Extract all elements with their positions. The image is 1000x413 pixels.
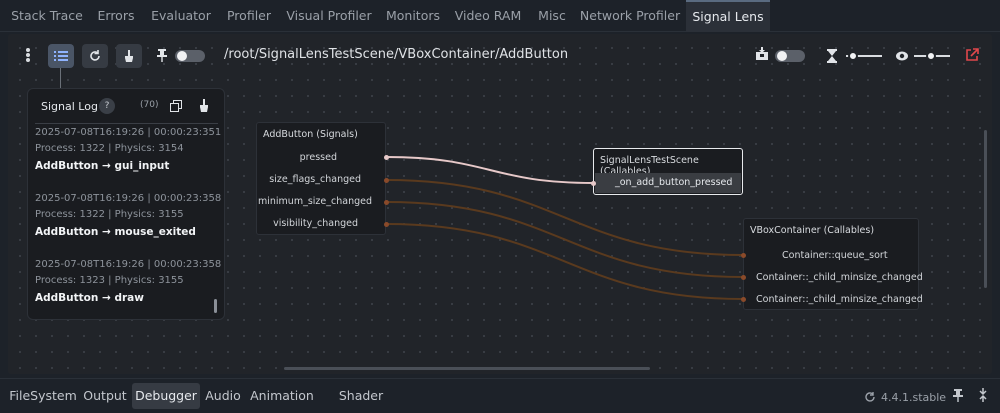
callable-queue-sort[interactable]: Container::queue_sort: [782, 250, 888, 261]
port-dot[interactable]: [384, 178, 389, 183]
node-title: AddButton (Signals): [263, 129, 358, 140]
connection-wires: [385, 156, 744, 300]
port-dot[interactable]: [384, 222, 389, 227]
callable-on-add-button-pressed[interactable]: _on_add_button_pressed: [595, 173, 741, 193]
port-dot[interactable]: [384, 155, 389, 160]
callable-child-minsize-changed[interactable]: Container::_child_minsize_changed: [756, 272, 923, 283]
graph-vertical-scrollbar[interactable]: [984, 130, 987, 288]
signal-port-minimum-size-changed[interactable]: minimum_size_changed: [258, 196, 372, 207]
vboxcontainer-callables-node[interactable]: VBoxContainer (Callables) Container::que…: [743, 218, 923, 310]
tab-filesystem[interactable]: FileSystem: [8, 383, 78, 409]
port-dot[interactable]: [384, 200, 389, 205]
tab-shader-editor[interactable]: Shader Editor: [320, 383, 402, 409]
signallenstestscene-callables-node[interactable]: SignalLensTestScene (Callables) _on_add_…: [593, 148, 743, 195]
wire-visibility: [385, 223, 744, 300]
wire-pressed: [385, 156, 595, 184]
bottom-panel-bar: FileSystem Output Debugger Audio Animati…: [0, 378, 1000, 413]
callable-child-minsize-changed[interactable]: Container::_child_minsize_changed: [756, 294, 923, 305]
tab-animation[interactable]: Animation: [248, 383, 316, 409]
signal-port-visibility-changed[interactable]: visibility_changed: [273, 218, 358, 229]
collapse-panel-icon[interactable]: [977, 388, 989, 402]
wire-minimum-size: [385, 201, 744, 278]
addbutton-signals-node[interactable]: AddButton (Signals) pressed size_flags_c…: [256, 122, 386, 235]
port-dot[interactable]: [741, 275, 746, 280]
tab-debugger[interactable]: Debugger: [132, 383, 200, 409]
graph-horizontal-scrollbar[interactable]: [284, 367, 650, 370]
node-title: VBoxContainer (Callables): [750, 225, 875, 236]
tab-output[interactable]: Output: [80, 383, 130, 409]
pin-panel-icon[interactable]: [953, 388, 963, 402]
port-dot[interactable]: [741, 253, 746, 258]
tab-audio[interactable]: Audio: [202, 383, 244, 409]
signal-port-pressed[interactable]: pressed: [300, 152, 337, 163]
port-dot[interactable]: [741, 297, 746, 302]
port-dot[interactable]: [591, 181, 596, 186]
signal-port-size-flags-changed[interactable]: size_flags_changed: [269, 174, 361, 185]
reload-icon[interactable]: [864, 391, 876, 403]
version-label: 4.4.1.stable: [881, 391, 947, 404]
